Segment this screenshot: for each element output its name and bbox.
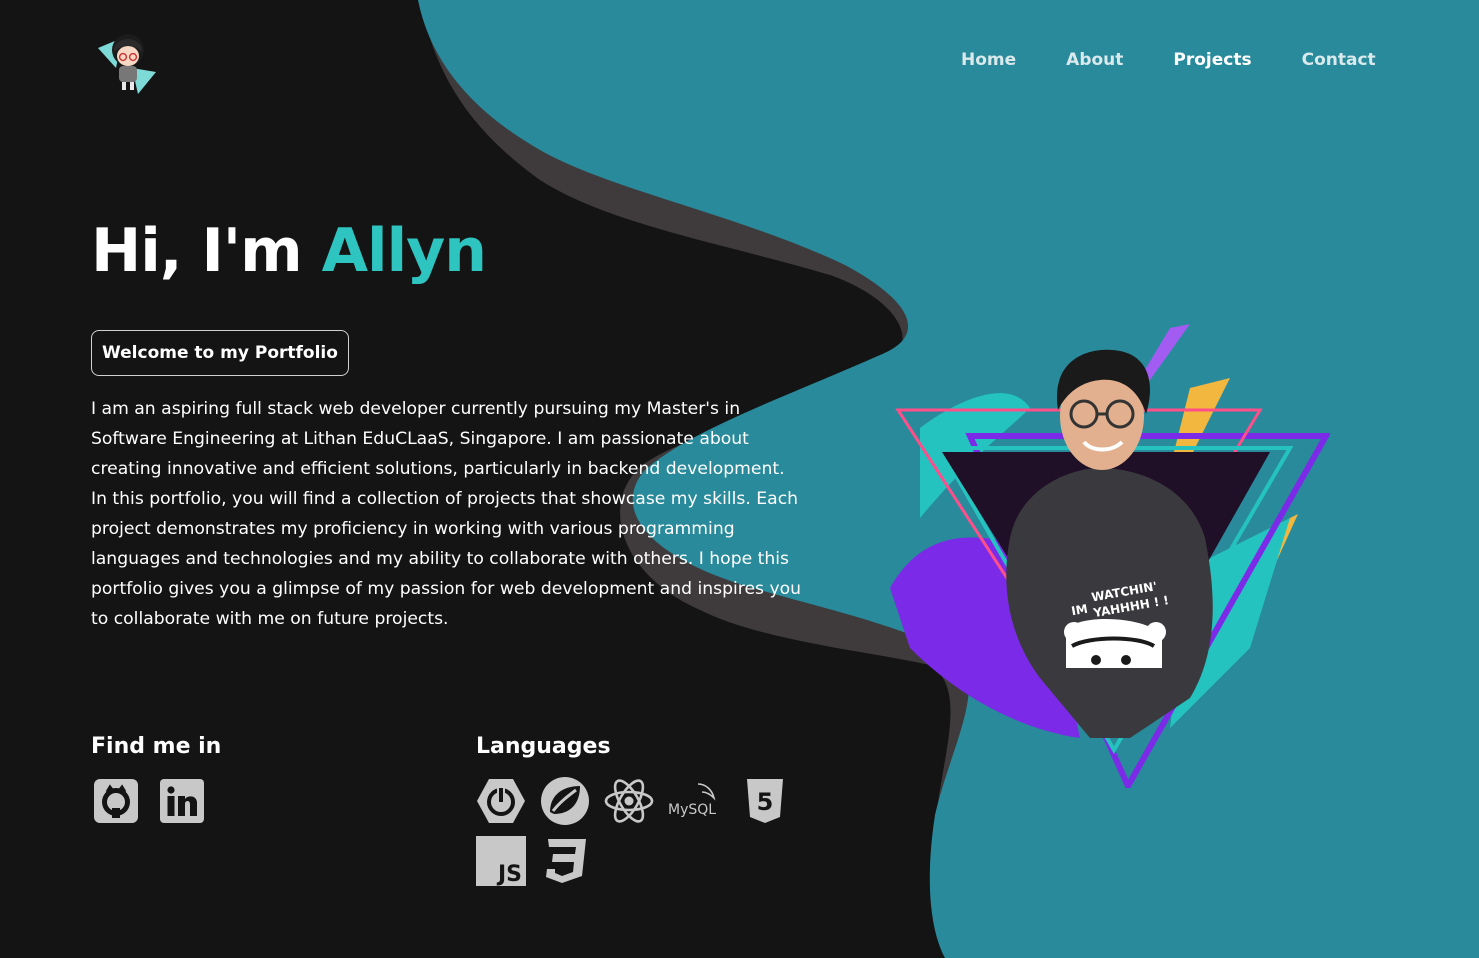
bio-paragraph: I am an aspiring full stack web develope… bbox=[91, 399, 785, 479]
language-icons-row1: MySQL 5 bbox=[476, 776, 790, 826]
nav-about[interactable]: About bbox=[1066, 50, 1123, 70]
social-icons bbox=[93, 778, 225, 824]
javascript-icon: JS bbox=[476, 836, 526, 886]
spring-icon bbox=[540, 776, 590, 826]
language-icons-row2: JS bbox=[476, 836, 590, 886]
portrait: WATCHIN' YAHHHH ! ! IM bbox=[890, 318, 1332, 793]
hero-name: Allyn bbox=[321, 216, 487, 286]
nav-contact[interactable]: Contact bbox=[1302, 50, 1376, 70]
languages-title: Languages bbox=[476, 734, 611, 759]
nav-home[interactable]: Home bbox=[961, 50, 1016, 70]
linkedin-icon[interactable] bbox=[159, 778, 205, 824]
github-icon[interactable] bbox=[93, 778, 139, 824]
hero-title: Hi, I'm Allyn bbox=[91, 216, 487, 286]
js-text: JS bbox=[496, 862, 522, 886]
html5-icon: 5 bbox=[740, 776, 790, 826]
mysql-icon: MySQL bbox=[668, 776, 726, 826]
welcome-button[interactable]: Welcome to my Portfolio bbox=[91, 330, 349, 376]
avatar-logo[interactable] bbox=[96, 28, 160, 98]
nav-projects[interactable]: Projects bbox=[1173, 50, 1251, 70]
bio-paragraph: In this portfolio, you will find a colle… bbox=[91, 489, 802, 629]
mysql-text: MySQL bbox=[668, 802, 716, 818]
shirt-prefix: IM bbox=[1070, 602, 1089, 619]
hero-greeting: Hi, I'm bbox=[91, 216, 303, 286]
find-me-title: Find me in bbox=[91, 734, 222, 759]
html5-text: 5 bbox=[757, 788, 774, 816]
bio: I am an aspiring full stack web develope… bbox=[91, 394, 811, 634]
main-nav: Home About Projects Contact bbox=[961, 50, 1376, 70]
spring-boot-icon bbox=[476, 776, 526, 826]
css3-icon bbox=[540, 836, 590, 886]
react-icon bbox=[604, 776, 654, 826]
